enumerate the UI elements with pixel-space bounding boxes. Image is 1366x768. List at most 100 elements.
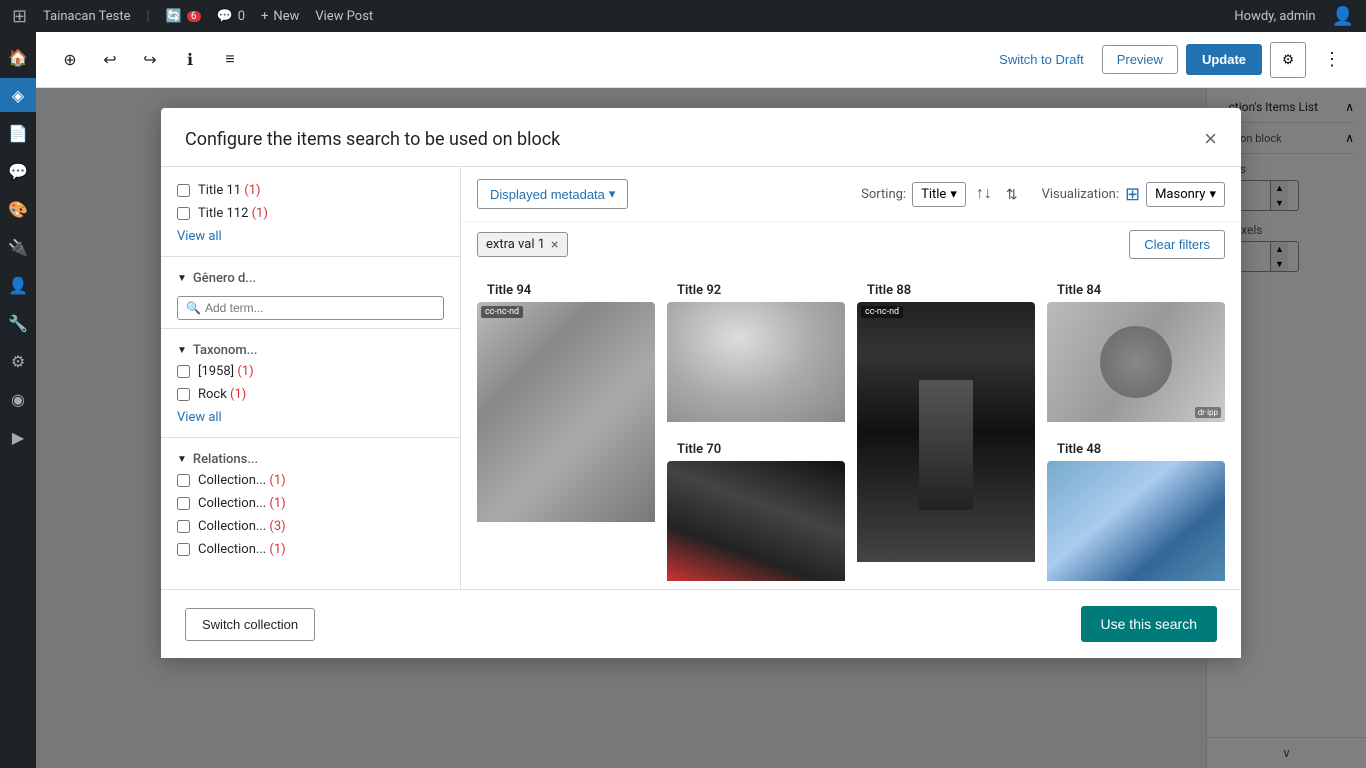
switch-collection-button[interactable]: Switch collection — [185, 608, 315, 641]
updates-item[interactable]: 🔄 6 — [166, 9, 201, 24]
search-config-modal: Configure the items search to be used on… — [161, 108, 1241, 658]
sidebar-icon-plugins[interactable]: 🔌 — [0, 230, 36, 264]
sidebar-icon-comments[interactable]: 💬 — [0, 154, 36, 188]
new-item[interactable]: + New — [261, 9, 299, 24]
sort-field-select[interactable]: Title ▾ — [912, 182, 966, 207]
view-all-top-link[interactable]: View all — [161, 229, 460, 244]
filter-coll3: Collection... (3) — [177, 519, 444, 534]
editor-toolbar: ⊕ ↩ ↪ ℹ ≡ Switch to Draft Preview Update… — [36, 32, 1366, 88]
genre-group-title: Gênero d... — [193, 271, 256, 286]
user-icon[interactable]: 👤 — [1332, 6, 1354, 27]
comments-item[interactable]: 💬 0 — [217, 9, 246, 24]
filter-group-taxonomy-header[interactable]: ▼ Taxonom... — [161, 337, 460, 364]
divider-3 — [161, 437, 460, 438]
sidebar-icon-tools[interactable]: 🔧 — [0, 306, 36, 340]
modal-footer: Switch collection Use this search — [161, 589, 1241, 658]
filter-group-relations-header[interactable]: ▼ Relations... — [161, 446, 460, 473]
admin-sidebar: 🏠 ◈ 📄 💬 🎨 🔌 👤 🔧 ⚙ ◉ ▶ — [0, 32, 36, 768]
filter-title112-checkbox[interactable] — [177, 207, 190, 220]
sidebar-icon-play[interactable]: ▶ — [0, 420, 36, 454]
add-block-button[interactable]: ⊕ — [52, 42, 88, 78]
sidebar-icon-tainacan2[interactable]: ◉ — [0, 382, 36, 416]
sidebar-icon-tainacan[interactable]: ◈ — [0, 78, 36, 112]
genre-search-input[interactable] — [205, 301, 435, 315]
modal-close-button[interactable]: × — [1204, 128, 1217, 150]
info-button[interactable]: ℹ — [172, 42, 208, 78]
filter-1958-checkbox[interactable] — [177, 365, 190, 378]
filter-title11-checkbox[interactable] — [177, 184, 190, 197]
metadata-chevron-icon: ▾ — [609, 186, 616, 202]
sidebar-icon-pages[interactable]: 📄 — [0, 116, 36, 150]
active-filter-tag: extra val 1 × — [477, 232, 568, 257]
genre-search-box[interactable]: 🔍 — [177, 296, 444, 320]
toolbar-left: ⊕ ↩ ↪ ℹ ≡ — [52, 42, 248, 78]
modal-title: Configure the items search to be used on… — [185, 129, 560, 150]
filter-group-genre-header[interactable]: ▼ Gênero d... — [161, 265, 460, 292]
sorting-group: Sorting: Title ▾ ↑↓ ⇅ — [861, 182, 1021, 207]
top-checkboxes: Title 11 (1) Title 112 (1) — [161, 183, 460, 221]
filter-coll1-checkbox[interactable] — [177, 474, 190, 487]
item-title-88: Title 88 — [857, 275, 1035, 302]
genre-search-icon: 🔍 — [186, 301, 201, 315]
cc-tag-94: cc-nc-nd — [481, 306, 523, 318]
admin-bar: ⊞ Tainacan Teste | 🔄 6 💬 0 + New View Po… — [0, 0, 1366, 32]
modal-body: Title 11 (1) Title 112 (1) View all ▼ — [161, 167, 1241, 589]
view-all-taxonomy-link[interactable]: View all — [161, 410, 460, 425]
item-card-84: Title 84 dr·ipp Title 48 — [1047, 275, 1225, 581]
viz-grid-button[interactable]: ⊞ — [1125, 184, 1140, 205]
filter-coll2: Collection... (1) — [177, 496, 444, 511]
sidebar-icon-home[interactable]: 🏠 — [0, 40, 36, 74]
howdy-text: Howdy, admin — [1234, 9, 1315, 24]
toolbar-right: Switch to Draft Preview Update ⚙ ⋮ — [989, 42, 1350, 78]
viz-chevron-icon: ▾ — [1209, 187, 1216, 202]
sidebar-icon-settings[interactable]: ⚙ — [0, 344, 36, 378]
sort-chevron-icon: ▾ — [950, 187, 957, 202]
settings-button[interactable]: ⚙ — [1270, 42, 1306, 78]
list-view-button[interactable]: ≡ — [212, 42, 248, 78]
visualization-group: Visualization: ⊞ Masonry ▾ — [1042, 182, 1225, 207]
filter-coll2-checkbox[interactable] — [177, 497, 190, 510]
sidebar-icon-appearance[interactable]: 🎨 — [0, 192, 36, 226]
view-post-item[interactable]: View Post — [315, 9, 373, 24]
site-name[interactable]: Tainacan Teste — [43, 9, 130, 24]
divider-1 — [161, 256, 460, 257]
item-card-92: Title 92 Title 70 — [667, 275, 845, 581]
relations-chevron-icon: ▼ — [177, 454, 187, 465]
item-title-84: Title 84 — [1047, 275, 1225, 302]
modal-header: Configure the items search to be used on… — [161, 108, 1241, 167]
preview-button[interactable]: Preview — [1102, 45, 1178, 74]
use-search-button[interactable]: Use this search — [1081, 606, 1217, 642]
divider-2 — [161, 328, 460, 329]
filter-coll4-checkbox[interactable] — [177, 543, 190, 556]
relations-checkboxes: Collection... (1) Collection... (1) Coll… — [161, 473, 460, 557]
modal-overlay: Configure the items search to be used on… — [36, 88, 1366, 768]
viz-mode-select[interactable]: Masonry ▾ — [1146, 182, 1225, 207]
remove-filter-tag[interactable]: × — [551, 238, 558, 252]
clear-filters-button[interactable]: Clear filters — [1129, 230, 1225, 259]
more-options-button[interactable]: ⋮ — [1314, 42, 1350, 78]
sorting-label: Sorting: — [861, 187, 906, 202]
items-masonry: Title 94 cc-nc-nd Title 92 — [461, 267, 1241, 589]
relations-group-title: Relations... — [193, 452, 258, 467]
switch-draft-button[interactable]: Switch to Draft — [989, 46, 1094, 73]
taxonomy-chevron-icon: ▼ — [177, 345, 187, 356]
taxonomy-group-title: Taxonom... — [193, 343, 258, 358]
sort-asc-button[interactable]: ↑↓ — [972, 183, 996, 205]
item-title-48: Title 48 — [1047, 434, 1225, 461]
dr-tag-84: dr·ipp — [1195, 407, 1221, 418]
redo-button[interactable]: ↪ — [132, 42, 168, 78]
sidebar-icon-users[interactable]: 👤 — [0, 268, 36, 302]
displayed-metadata-button[interactable]: Displayed metadata ▾ — [477, 179, 628, 209]
filter-group-genre: ▼ Gênero d... 🔍 — [161, 265, 460, 320]
item-card-94: Title 94 cc-nc-nd — [477, 275, 655, 522]
filter-rock-checkbox[interactable] — [177, 388, 190, 401]
wp-logo[interactable]: ⊞ — [12, 6, 27, 27]
filter-1958: [1958] (1) — [177, 364, 444, 379]
update-button[interactable]: Update — [1186, 44, 1262, 75]
sort-desc-button[interactable]: ⇅ — [1002, 184, 1022, 205]
filter-coll4: Collection... (1) — [177, 542, 444, 557]
filter-title11: Title 11 (1) — [177, 183, 444, 198]
undo-button[interactable]: ↩ — [92, 42, 128, 78]
filter-group-taxonomy: ▼ Taxonom... [1958] (1) Rock (1) — [161, 337, 460, 425]
filter-coll3-checkbox[interactable] — [177, 520, 190, 533]
